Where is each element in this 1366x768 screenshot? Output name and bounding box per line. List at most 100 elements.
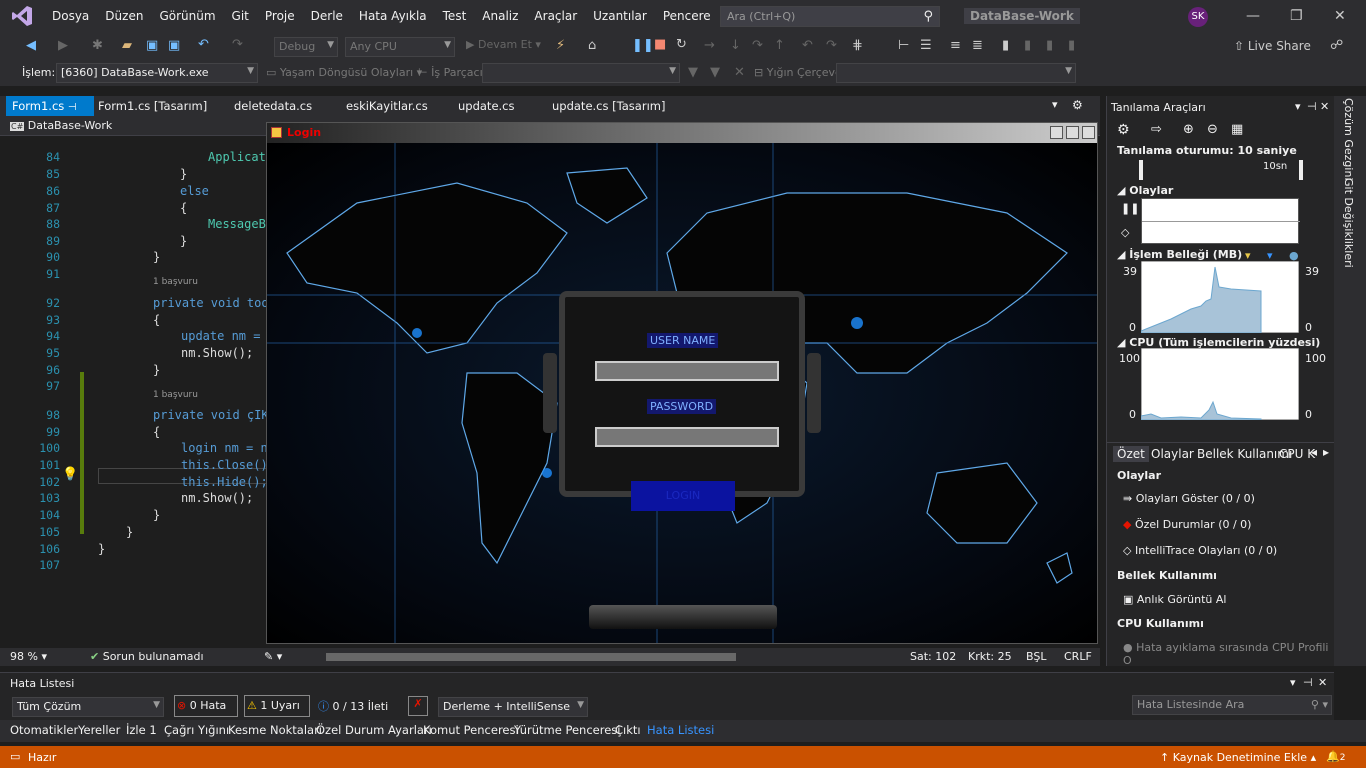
login-button[interactable]: LOGIN bbox=[631, 481, 735, 511]
code-line[interactable]: MessageB bbox=[208, 217, 266, 231]
scope-dropdown[interactable]: Tüm Çözüm ▼ bbox=[12, 697, 164, 717]
reference-hint[interactable]: 1 başvuru bbox=[153, 390, 198, 400]
mode-indicator[interactable]: BŞL bbox=[1026, 650, 1046, 663]
undo-edit-icon[interactable]: ↶ bbox=[802, 38, 813, 53]
brush-icon[interactable]: ✎ ▾ bbox=[264, 650, 282, 663]
redo-icon[interactable]: ↷ bbox=[232, 37, 243, 52]
login-window[interactable]: Login USER NAME PASSWORD LOGIN bbox=[266, 122, 1098, 644]
panel-menu-icon[interactable]: ▾ bbox=[1295, 100, 1301, 113]
warnings-filter-button[interactable]: ⚠ 1 Uyarı bbox=[244, 695, 310, 717]
menu-item-4[interactable]: Proje bbox=[257, 0, 303, 32]
code-line[interactable]: nm.Show(); bbox=[181, 346, 253, 360]
login-minimize-icon[interactable] bbox=[1050, 126, 1063, 139]
tab-list-icon[interactable]: ▾ bbox=[1052, 98, 1058, 111]
code-line[interactable]: update nm = bbox=[181, 329, 268, 343]
login-title-bar[interactable]: Login bbox=[267, 123, 1097, 143]
code-line[interactable]: } bbox=[126, 525, 133, 539]
stack-icon[interactable]: ☰ bbox=[920, 38, 932, 53]
restart-icon[interactable]: ↻ bbox=[676, 37, 687, 52]
menu-item-7[interactable]: Test bbox=[435, 0, 475, 32]
cpu-chart[interactable] bbox=[1141, 348, 1299, 420]
code-line[interactable]: login nm = n bbox=[181, 441, 268, 455]
bottom-tab-2[interactable]: İzle 1 bbox=[126, 723, 157, 737]
browser-icon[interactable]: ⌂ bbox=[588, 38, 596, 53]
code-line[interactable]: } bbox=[180, 167, 187, 181]
step-into-icon[interactable]: ↓ bbox=[730, 38, 741, 53]
login-maximize-icon[interactable] bbox=[1066, 126, 1079, 139]
menu-item-6[interactable]: Hata Ayıkla bbox=[351, 0, 435, 32]
take-snapshot-button[interactable]: ▣ Anlık Görüntü Al bbox=[1123, 593, 1226, 606]
project-dropdown[interactable]: C# DataBase-Work bbox=[10, 119, 112, 132]
error-search-input[interactable]: Hata Listesinde Ara ⚲ ▾ bbox=[1132, 695, 1332, 715]
bottom-tab-0[interactable]: Otomatikler bbox=[10, 723, 78, 737]
hex-icon[interactable]: ⋕ bbox=[852, 38, 863, 53]
horizontal-scrollbar[interactable] bbox=[316, 653, 886, 661]
build-source-dropdown[interactable]: Derleme + IntelliSense ▼ bbox=[438, 697, 588, 717]
search-input[interactable]: Ara (Ctrl+Q) ⚲ bbox=[720, 6, 940, 27]
tab-update-design[interactable]: update.cs [Tasarım] bbox=[546, 96, 671, 116]
step-over-icon[interactable]: ↷ bbox=[752, 38, 763, 53]
panel-close-icon[interactable]: ✕ bbox=[1318, 676, 1327, 689]
pause-icon[interactable]: ❚❚ bbox=[632, 38, 654, 53]
notifications-icon[interactable]: 🔔2 bbox=[1326, 750, 1345, 763]
panel-menu-icon[interactable]: ▾ bbox=[1290, 676, 1296, 689]
login-close-icon[interactable] bbox=[1082, 126, 1095, 139]
build-filter-icon[interactable]: ✗ bbox=[408, 696, 428, 716]
restore-icon[interactable]: ❐ bbox=[1290, 8, 1303, 24]
tab-update[interactable]: update.cs bbox=[452, 96, 521, 116]
code-line[interactable]: private void çIK bbox=[153, 408, 269, 422]
step-out-icon[interactable]: ↑ bbox=[774, 38, 785, 53]
menu-item-9[interactable]: Araçlar bbox=[526, 0, 585, 32]
memory-chart[interactable] bbox=[1141, 261, 1299, 333]
code-line[interactable]: } bbox=[153, 508, 160, 522]
next-bookmark-icon[interactable]: ▮ bbox=[1046, 38, 1053, 53]
issues-indicator[interactable]: ✔ Sorun bulunamadı bbox=[90, 650, 204, 663]
code-line[interactable]: private void too bbox=[153, 296, 269, 310]
bottom-tab-7[interactable]: Yürütme Penceresi bbox=[514, 723, 620, 737]
add-source-control-button[interactable]: ↑ Kaynak Denetimine Ekle ▴ bbox=[1160, 751, 1316, 764]
errors-filter-button[interactable]: ⊗ 0 Hata bbox=[174, 695, 238, 717]
zoom-dropdown[interactable]: 98 % ▾ bbox=[10, 650, 47, 663]
cpu-profile-toggle[interactable]: ● Hata ayıklama sırasında CPU Profili O bbox=[1123, 641, 1334, 667]
code-line[interactable]: nm.Show(); bbox=[181, 491, 253, 505]
clear-bookmark-icon[interactable]: ▮ bbox=[1068, 38, 1075, 53]
visual-studio-logo-icon[interactable] bbox=[0, 0, 44, 32]
reset-zoom-icon[interactable]: ▦ bbox=[1231, 122, 1243, 137]
pin-icon[interactable]: ⊣ bbox=[1307, 100, 1317, 113]
stop-icon[interactable]: ■ bbox=[654, 37, 666, 52]
panel-close-icon[interactable]: ✕ bbox=[1320, 100, 1329, 113]
bottom-tab-4[interactable]: Kesme Noktaları bbox=[228, 723, 322, 737]
tab-summary[interactable]: Özet bbox=[1113, 446, 1149, 462]
prev-bookmark-icon[interactable]: ▮ bbox=[1024, 38, 1031, 53]
hot-reload-icon[interactable]: ⚡ bbox=[556, 38, 565, 53]
settings-icon[interactable]: ⚙ bbox=[1117, 122, 1130, 138]
save-icon[interactable]: ▣ bbox=[146, 38, 158, 53]
tab-events[interactable]: Olaylar bbox=[1151, 447, 1194, 461]
filter-clear-icon[interactable]: ▼ bbox=[710, 65, 720, 80]
thread-dropdown[interactable]: ▼ bbox=[482, 63, 680, 83]
live-share-button[interactable]: ⇧ Live Share bbox=[1234, 39, 1311, 53]
bookmark-icon[interactable]: ▮ bbox=[1002, 38, 1009, 53]
bottom-tab-5[interactable]: Özel Durum Ayarları bbox=[316, 723, 432, 737]
open-folder-icon[interactable]: ▰ bbox=[122, 38, 132, 53]
bottom-tab-3[interactable]: Çağrı Yığını bbox=[164, 723, 229, 737]
code-line[interactable]: { bbox=[180, 201, 187, 215]
code-line[interactable]: this.Hide(); bbox=[181, 475, 268, 489]
tab-scroll-left-icon[interactable]: ◂ bbox=[1311, 445, 1317, 459]
menu-item-2[interactable]: Görünüm bbox=[151, 0, 223, 32]
avatar[interactable]: SK bbox=[1188, 7, 1208, 27]
bottom-tab-1[interactable]: Yereller bbox=[78, 723, 120, 737]
continue-button[interactable]: ▶ Devam Et ▾ bbox=[466, 38, 541, 51]
code-line[interactable]: this.Close() bbox=[181, 458, 268, 472]
tab-eskikayitlar[interactable]: eskiKayitlar.cs bbox=[340, 96, 434, 116]
settings-gear-icon[interactable]: ⚙ bbox=[1072, 98, 1083, 112]
reference-hint[interactable]: 1 başvuru bbox=[153, 277, 198, 287]
show-next-statement-icon[interactable]: → bbox=[704, 38, 715, 53]
platform-dropdown[interactable]: Any CPU ▼ bbox=[345, 37, 455, 57]
lifecycle-events-button[interactable]: ▭ Yaşam Döngüsü Olayları ▾ bbox=[266, 66, 422, 79]
menu-item-1[interactable]: Düzen bbox=[97, 0, 151, 32]
bottom-tab-8[interactable]: Çıktı bbox=[615, 723, 641, 737]
code-line[interactable]: } bbox=[153, 250, 160, 264]
git-changes-tab[interactable]: Git Değişiklikleri bbox=[1342, 178, 1355, 268]
menu-item-3[interactable]: Git bbox=[224, 0, 257, 32]
